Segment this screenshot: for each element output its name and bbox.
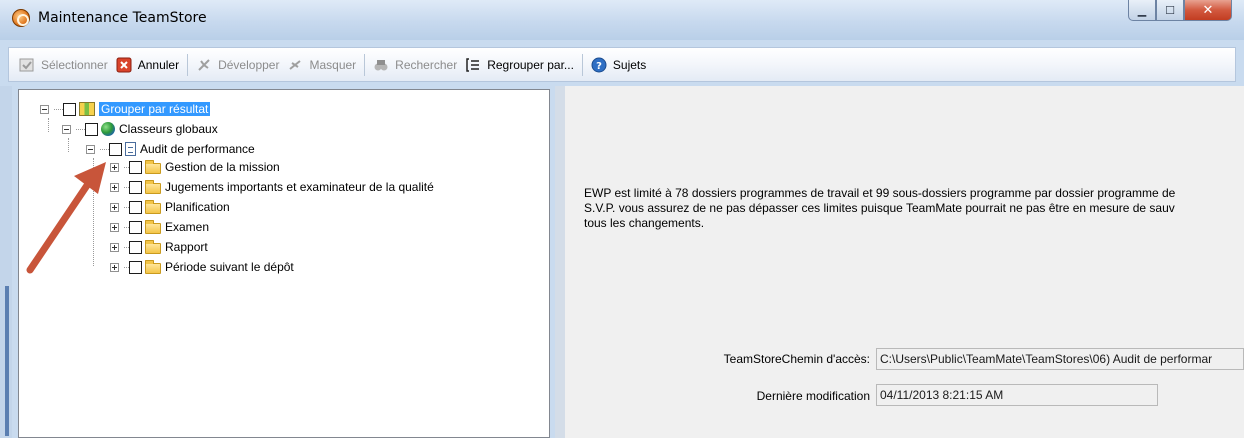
- checkbox[interactable]: [129, 240, 142, 254]
- tree-node-folder[interactable]: Jugements importants et examinateur de l…: [110, 178, 434, 196]
- search-button[interactable]: Rechercher: [369, 53, 461, 77]
- help-icon: ?: [591, 57, 607, 73]
- search-label: Rechercher: [395, 57, 458, 72]
- tree-node-folder[interactable]: Planification: [110, 198, 230, 216]
- tree-node-label: Audit de performance: [140, 142, 255, 156]
- title-bar[interactable]: Maintenance TeamStore ▁ ☐ ✕: [0, 0, 1244, 40]
- toolbar-separator: [364, 53, 366, 76]
- folder-icon: [145, 180, 161, 194]
- checkbox[interactable]: [129, 200, 142, 214]
- binoculars-icon: [373, 57, 389, 73]
- help-topics-button[interactable]: ? Sujets: [587, 53, 650, 77]
- tree-node-label: Examen: [165, 220, 210, 234]
- folder-icon: [145, 220, 161, 234]
- group-by-label: Regrouper par...: [487, 57, 574, 72]
- select-label: Sélectionner: [41, 57, 108, 72]
- checkbox[interactable]: [129, 160, 142, 174]
- cancel-label: Annuler: [137, 57, 180, 72]
- info-line: EWP est limité à 78 dossiers programmes …: [584, 186, 1176, 200]
- path-field[interactable]: C:\Users\Public\TeamMate\TeamStores\06) …: [876, 348, 1244, 370]
- collapse-toggle[interactable]: [62, 124, 71, 134]
- checkbox[interactable]: [129, 220, 142, 234]
- app-window: Maintenance TeamStore ▁ ☐ ✕ Sélectionner…: [0, 0, 1244, 438]
- tree-node-audit[interactable]: Audit de performance: [86, 140, 255, 158]
- tree-node-folder[interactable]: Rapport: [110, 238, 208, 256]
- tree-guide-line: [48, 118, 49, 132]
- limits-info-text: EWP est limité à 78 dossiers programmes …: [584, 186, 1244, 231]
- checkbox[interactable]: [63, 102, 76, 116]
- document-icon: [125, 142, 136, 156]
- modified-label: Dernière modification: [756, 389, 870, 403]
- tree-node-folder[interactable]: Examen: [110, 218, 209, 236]
- tree-node-label: Jugements importants et examinateur de l…: [165, 180, 434, 194]
- collapse-toggle[interactable]: [86, 144, 95, 154]
- window-title: Maintenance TeamStore: [38, 10, 207, 26]
- checkbox[interactable]: [129, 260, 142, 274]
- pane-splitter[interactable]: [555, 86, 565, 438]
- tree-node-folder[interactable]: Période suivant le dépôt: [110, 258, 294, 276]
- folder-icon: [145, 160, 161, 174]
- annotation-arrow-icon: [26, 162, 106, 274]
- group-icon: [79, 102, 95, 116]
- collapse-toggle[interactable]: [40, 104, 49, 114]
- collapse-icon: [287, 57, 303, 73]
- toolbar-separator: [187, 53, 189, 76]
- toolbar-separator: [581, 53, 583, 76]
- checkbox[interactable]: [109, 142, 122, 156]
- select-button[interactable]: Sélectionner: [15, 53, 112, 77]
- hide-button[interactable]: Masquer: [283, 53, 360, 77]
- expand-icon: [196, 57, 212, 73]
- tree-node-label: Période suivant le dépôt: [165, 260, 294, 274]
- info-line: S.V.P. vous assurez de ne pas dépasser c…: [584, 201, 1175, 215]
- globe-icon: [101, 122, 115, 136]
- expand-label: Développer: [218, 57, 280, 72]
- tree-node-folder[interactable]: Gestion de la mission: [110, 158, 280, 176]
- maximize-button[interactable]: ☐: [1156, 0, 1184, 21]
- checkbox[interactable]: [129, 180, 142, 194]
- modified-field[interactable]: 04/11/2013 8:21:15 AM: [876, 384, 1158, 406]
- tree-guide-line: [68, 138, 69, 152]
- cancel-button[interactable]: Annuler: [112, 53, 183, 77]
- tree-node-label: Planification: [165, 200, 230, 214]
- caption-buttons: ▁ ☐ ✕: [1128, 0, 1232, 22]
- select-icon: [19, 57, 35, 73]
- checkbox[interactable]: [85, 122, 98, 136]
- help-label: Sujets: [612, 57, 647, 72]
- folder-icon: [145, 260, 161, 274]
- group-by-button[interactable]: Regrouper par...: [461, 53, 578, 77]
- expand-button[interactable]: Développer: [192, 53, 283, 77]
- tree-node-global[interactable]: Classeurs globaux: [62, 120, 218, 138]
- tree-node-label: Rapport: [165, 240, 208, 254]
- tree-node-label: Classeurs globaux: [119, 122, 218, 136]
- minimize-button[interactable]: ▁: [1128, 0, 1156, 21]
- svg-text:?: ?: [596, 61, 602, 72]
- info-line: tous les changements.: [584, 216, 705, 230]
- tree-node-label: Gestion de la mission: [165, 160, 280, 174]
- left-scroll-strip: [0, 86, 12, 438]
- folder-icon: [145, 200, 161, 214]
- hide-label: Masquer: [309, 57, 357, 72]
- close-button[interactable]: ✕: [1184, 0, 1232, 21]
- toolbar: Sélectionner Annuler Développer Masquer: [8, 47, 1236, 82]
- path-label: TeamStoreChemin d'accès:: [723, 352, 870, 366]
- folder-icon: [145, 240, 161, 254]
- tree-node-root[interactable]: Grouper par résultat: [40, 100, 211, 118]
- cancel-icon: [116, 57, 132, 73]
- tree-node-label: Grouper par résultat: [99, 102, 211, 116]
- app-icon: [12, 9, 30, 27]
- group-by-icon: [465, 57, 481, 73]
